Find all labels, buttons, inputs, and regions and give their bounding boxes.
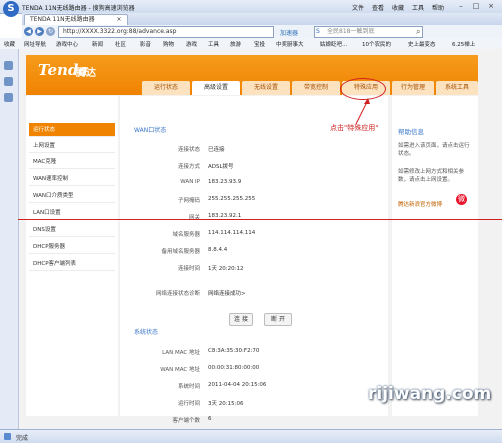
tab-advanced[interactable]: 高级设置 — [192, 81, 240, 95]
menu-tools[interactable]: 工具 — [412, 3, 424, 12]
sidebar-item-dhcp-server[interactable]: DHCP服务器 — [29, 240, 115, 254]
sidebar-favorites-icon[interactable] — [4, 61, 13, 70]
help-text-internet: 如需修改上网方式和相关参数，请点击上网设置。 — [398, 169, 465, 183]
sidebar-item-internet[interactable]: 上网设置 — [29, 139, 115, 153]
refresh-icon[interactable]: ↻ — [46, 27, 55, 36]
menu-help[interactable]: 帮助 — [432, 3, 444, 12]
sidebar-item-dhcp-clients[interactable]: DHCP客户端列表 — [29, 257, 115, 271]
close-icon[interactable]: × — [486, 2, 496, 10]
search-icon[interactable]: ⌕ — [416, 27, 420, 37]
weibo-link[interactable]: 腾达新浪官方微博 — [398, 200, 442, 208]
tab-close-icon[interactable]: × — [117, 16, 122, 23]
favorites-item[interactable]: 工具 — [208, 40, 219, 48]
favorites-item[interactable]: 宝投 — [254, 40, 265, 48]
menu-view[interactable]: 查看 — [372, 3, 384, 12]
sidebar-apps-icon[interactable] — [4, 93, 13, 102]
search-engine-icon[interactable]: S — [316, 28, 320, 35]
favorites-item[interactable]: 网址导航 — [24, 40, 46, 48]
url-input[interactable]: http://XXXX.3322.org:88/advance.asp — [58, 26, 274, 38]
help-panel: 帮助信息 如需进入该页面，请点击运行状态。 如需修改上网方式和相关参数，请点击上… — [392, 96, 478, 416]
back-icon[interactable]: ◀ — [24, 27, 33, 36]
favorites-item[interactable]: 游戏 — [186, 40, 197, 48]
system-section-title: 系统状态 — [134, 329, 159, 336]
favorites-item[interactable]: 中奖厨事大 — [276, 40, 304, 48]
forward-icon[interactable]: ▶ — [35, 27, 44, 36]
browser-tab[interactable]: TENDA 11N无线路由器 × — [24, 14, 128, 25]
address-bar-row: ◀ ▶ ↻ http://XXXX.3322.org:88/advance.as… — [22, 25, 502, 39]
favorites-item[interactable]: 购物 — [163, 40, 174, 48]
weibo-icon[interactable]: 微 — [456, 194, 467, 205]
tenda-logo-cn: 腾达 — [76, 68, 96, 79]
status-text: 完成 — [16, 435, 29, 442]
favorites-item[interactable]: 收藏 — [4, 40, 15, 48]
tab-bandwidth[interactable]: 带宽控制 — [292, 81, 340, 95]
favorites-item[interactable]: 新闻 — [92, 40, 103, 48]
favorites-item[interactable]: 游戏中心 — [56, 40, 78, 48]
minimize-icon[interactable]: – — [456, 2, 466, 10]
help-text-status: 如需进入该页面，请点击运行状态。 — [398, 143, 470, 157]
browser-logo-icon[interactable]: S — [3, 1, 19, 17]
sidebar-item-wan-speed[interactable]: WAN速率控制 — [29, 172, 115, 186]
sidebar-item-status[interactable]: 运行状态 — [29, 123, 115, 137]
favorites-item[interactable]: 社区 — [115, 40, 126, 48]
favorites-item[interactable]: 10个农民的 — [362, 40, 391, 48]
window-title: TENDA 11N无线路由器 - 搜狗高速浏览器 — [22, 5, 135, 12]
connect-button[interactable]: 连 接 — [229, 313, 253, 326]
menu-favorites[interactable]: 收藏 — [392, 3, 404, 12]
sidebar-item-lan[interactable]: LAN口设置 — [29, 206, 115, 220]
annotation-text: 点击"特殊应用" — [330, 124, 379, 132]
sidebar-item-wan-medium[interactable]: WAN口介质类型 — [29, 189, 115, 203]
accelerator-button[interactable]: 加速器 — [280, 28, 298, 37]
favorites-item[interactable]: 史上最变态 — [408, 40, 436, 48]
menu-file[interactable]: 文件 — [352, 3, 364, 12]
sidebar-history-icon[interactable] — [4, 77, 13, 86]
tab-wireless[interactable]: 无线设置 — [242, 81, 290, 95]
disconnect-button[interactable]: 断 开 — [264, 313, 292, 326]
window-title-bar: TENDA 11N无线路由器 - 搜狗高速浏览器 文件 查看 收藏 工具 帮助 … — [0, 0, 502, 14]
page-icon — [4, 433, 11, 440]
sidebar-item-mac-clone[interactable]: MAC克隆 — [29, 155, 115, 169]
tab-behavior[interactable]: 行为管理 — [392, 81, 434, 95]
status-bar: 完成 — [0, 429, 502, 443]
router-sidebar: 运行状态 上网设置 MAC克隆 WAN速率控制 WAN口介质类型 LAN口设置 … — [26, 96, 118, 416]
tab-label: TENDA 11N无线路由器 — [30, 16, 95, 23]
sidebar-item-dns[interactable]: DNS设置 — [29, 223, 115, 237]
favorites-item[interactable]: 影音 — [140, 40, 151, 48]
search-input[interactable]: 全民818一触到底 — [314, 26, 423, 38]
watermark: rijiwang.com — [368, 384, 492, 404]
annotation-line — [18, 219, 502, 220]
wan-section-title: WAN口状态 — [134, 127, 167, 134]
maximize-icon[interactable]: □ — [471, 2, 481, 10]
help-title: 帮助信息 — [398, 128, 424, 136]
favorites-item[interactable]: 旅游 — [230, 40, 241, 48]
side-toolbar — [0, 49, 19, 429]
favorites-item[interactable]: 6.25禅上 — [452, 40, 475, 48]
favorites-item[interactable]: 姑娘眨吧... — [320, 40, 347, 48]
tab-status[interactable]: 运行状态 — [142, 81, 190, 95]
tab-system-tools[interactable]: 系统工具 — [436, 81, 478, 95]
